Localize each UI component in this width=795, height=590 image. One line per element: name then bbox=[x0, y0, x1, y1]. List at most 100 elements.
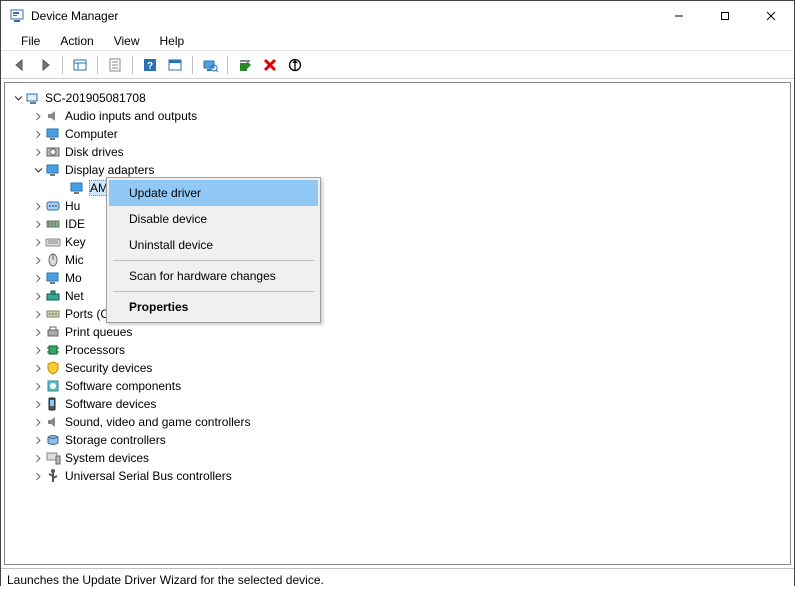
menu-separator bbox=[113, 291, 314, 292]
update-driver-button[interactable] bbox=[234, 54, 256, 76]
tree-item-label: System devices bbox=[65, 451, 149, 465]
expand-toggle[interactable] bbox=[31, 377, 45, 395]
tree-item-label: IDE bbox=[65, 217, 85, 231]
tree-item-label: Mo bbox=[65, 271, 82, 285]
menu-action[interactable]: Action bbox=[52, 32, 101, 50]
tree-root[interactable]: SC-201905081708 bbox=[7, 89, 788, 107]
expand-toggle[interactable] bbox=[11, 89, 25, 107]
tree-root-label: SC-201905081708 bbox=[45, 91, 146, 105]
window-title: Device Manager bbox=[31, 9, 656, 23]
storage-icon bbox=[45, 432, 61, 448]
tree-item-label: Net bbox=[65, 289, 84, 303]
action-button[interactable] bbox=[164, 54, 186, 76]
tree-item-label: Display adapters bbox=[65, 163, 154, 177]
tree-item-label: Hu bbox=[65, 199, 80, 213]
tree-item-label: Print queues bbox=[65, 325, 132, 339]
tree-item[interactable]: Software devices bbox=[7, 395, 788, 413]
tree-item-label: Sound, video and game controllers bbox=[65, 415, 250, 429]
cpu-icon bbox=[45, 342, 61, 358]
tree-item[interactable]: Processors bbox=[7, 341, 788, 359]
expand-toggle[interactable] bbox=[31, 431, 45, 449]
port-icon bbox=[45, 306, 61, 322]
tree-item-label: Audio inputs and outputs bbox=[65, 109, 197, 123]
ide-icon bbox=[45, 216, 61, 232]
tree-item[interactable]: System devices bbox=[7, 449, 788, 467]
expand-toggle[interactable] bbox=[31, 107, 45, 125]
mouse-icon bbox=[45, 252, 61, 268]
expand-toggle[interactable] bbox=[31, 359, 45, 377]
hid-icon bbox=[45, 198, 61, 214]
expand-toggle[interactable] bbox=[31, 269, 45, 287]
titlebar: Device Manager bbox=[1, 1, 794, 31]
context-menu-item[interactable]: Uninstall device bbox=[109, 232, 318, 258]
expand-toggle[interactable] bbox=[31, 341, 45, 359]
context-menu-item[interactable]: Update driver bbox=[109, 180, 318, 206]
expand-toggle[interactable] bbox=[31, 449, 45, 467]
svg-text:?: ? bbox=[147, 61, 153, 72]
net-icon bbox=[45, 288, 61, 304]
computer-icon bbox=[25, 90, 41, 106]
context-menu-item[interactable]: Disable device bbox=[109, 206, 318, 232]
menu-help[interactable]: Help bbox=[152, 32, 193, 50]
expand-toggle[interactable] bbox=[31, 197, 45, 215]
tree-item[interactable]: Print queues bbox=[7, 323, 788, 341]
minimize-button[interactable] bbox=[656, 1, 702, 30]
scan-button[interactable] bbox=[199, 54, 221, 76]
security-icon bbox=[45, 360, 61, 376]
tree-item-label: Software devices bbox=[65, 397, 156, 411]
expand-toggle[interactable] bbox=[31, 323, 45, 341]
context-menu-item[interactable]: Properties bbox=[109, 294, 318, 320]
expand-toggle[interactable] bbox=[31, 215, 45, 233]
tree-item[interactable]: Software components bbox=[7, 377, 788, 395]
keyboard-icon bbox=[45, 234, 61, 250]
expand-toggle[interactable] bbox=[31, 161, 45, 179]
app-icon bbox=[9, 8, 25, 24]
tree-item[interactable]: Storage controllers bbox=[7, 431, 788, 449]
close-button[interactable] bbox=[748, 1, 794, 30]
disable-button[interactable] bbox=[284, 54, 306, 76]
menu-view[interactable]: View bbox=[106, 32, 148, 50]
expand-toggle[interactable] bbox=[31, 233, 45, 251]
show-hidden-button[interactable] bbox=[69, 54, 91, 76]
back-button[interactable] bbox=[9, 54, 31, 76]
tree-item-label: Universal Serial Bus controllers bbox=[65, 469, 232, 483]
properties-button[interactable] bbox=[104, 54, 126, 76]
expand-toggle[interactable] bbox=[31, 287, 45, 305]
softdev-icon bbox=[45, 396, 61, 412]
monitor-icon bbox=[45, 270, 61, 286]
tree-item-label: Security devices bbox=[65, 361, 152, 375]
tree-item[interactable]: Computer bbox=[7, 125, 788, 143]
expand-toggle[interactable] bbox=[31, 143, 45, 161]
uninstall-button[interactable] bbox=[259, 54, 281, 76]
tree-item[interactable]: Sound, video and game controllers bbox=[7, 413, 788, 431]
tree-item[interactable]: Audio inputs and outputs bbox=[7, 107, 788, 125]
expand-toggle[interactable] bbox=[31, 413, 45, 431]
expand-toggle[interactable] bbox=[31, 251, 45, 269]
context-menu-item[interactable]: Scan for hardware changes bbox=[109, 263, 318, 289]
tree-item[interactable]: Security devices bbox=[7, 359, 788, 377]
tree-item[interactable]: Universal Serial Bus controllers bbox=[7, 467, 788, 485]
expand-toggle[interactable] bbox=[31, 305, 45, 323]
expand-toggle[interactable] bbox=[31, 467, 45, 485]
tree-item-label: Computer bbox=[65, 127, 118, 141]
expand-toggle[interactable] bbox=[31, 395, 45, 413]
tree-item-label: Storage controllers bbox=[65, 433, 166, 447]
tree-item[interactable]: Disk drives bbox=[7, 143, 788, 161]
monitor-icon bbox=[45, 162, 61, 178]
tree-pane[interactable]: SC-201905081708 Audio inputs and outputs C… bbox=[4, 82, 791, 565]
tree-item-label: Processors bbox=[65, 343, 125, 357]
speaker-icon bbox=[45, 108, 61, 124]
softcomp-icon bbox=[45, 378, 61, 394]
tree-item-label: Key bbox=[65, 235, 86, 249]
context-menu: Update driverDisable deviceUninstall dev… bbox=[106, 177, 321, 323]
tree-item-label: Mic bbox=[65, 253, 84, 267]
tree-item-label: Software components bbox=[65, 379, 181, 393]
usb-icon bbox=[45, 468, 61, 484]
status-text: Launches the Update Driver Wizard for th… bbox=[7, 573, 324, 587]
expand-toggle[interactable] bbox=[31, 125, 45, 143]
menu-file[interactable]: File bbox=[13, 32, 48, 50]
forward-button[interactable] bbox=[34, 54, 56, 76]
statusbar: Launches the Update Driver Wizard for th… bbox=[1, 568, 794, 590]
maximize-button[interactable] bbox=[702, 1, 748, 30]
help-button[interactable]: ? bbox=[139, 54, 161, 76]
